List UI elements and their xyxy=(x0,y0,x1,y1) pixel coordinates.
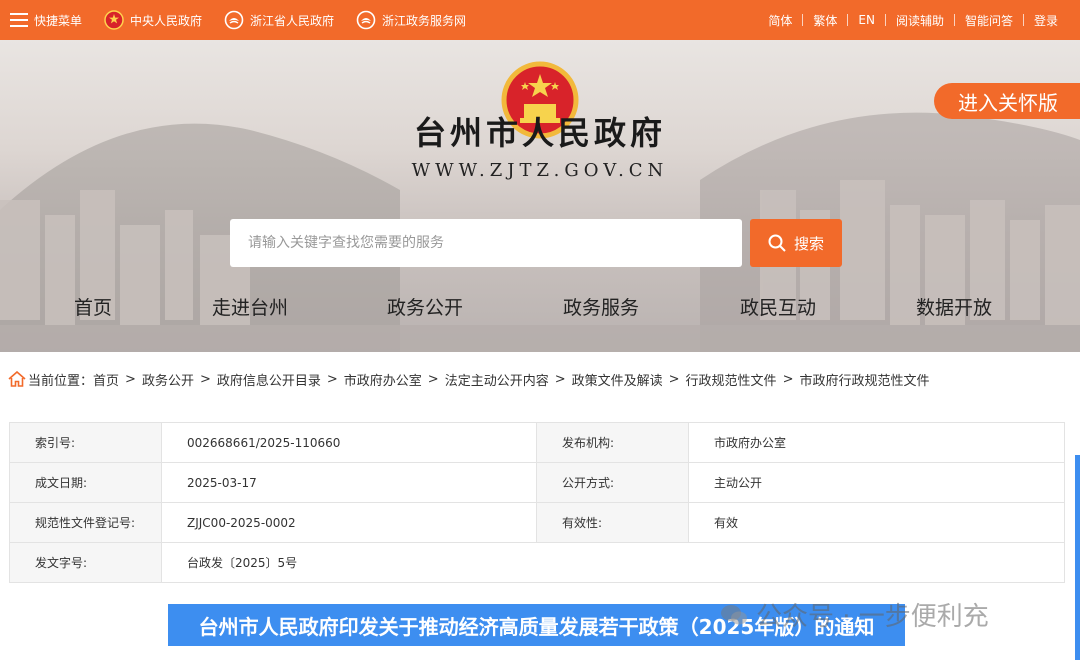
breadcrumb-city-normative-docs[interactable]: 市政府行政规范性文件 xyxy=(799,370,929,389)
chevron-right-icon: > xyxy=(554,371,566,387)
breadcrumb-statutory[interactable]: 法定主动公开内容 xyxy=(445,370,549,389)
index-value: 002668661/2025-110660 xyxy=(161,422,537,463)
search-icon xyxy=(768,234,786,252)
nav-interaction[interactable]: 政民互动 xyxy=(740,293,816,320)
chevron-right-icon: > xyxy=(199,371,211,387)
breadcrumb-info-catalog[interactable]: 政府信息公开目录 xyxy=(217,370,321,389)
validity-value: 有效 xyxy=(688,502,1065,543)
publisher-value: 市政府办公室 xyxy=(688,422,1065,463)
nav-about-taizhou[interactable]: 走进台州 xyxy=(212,293,288,320)
home-icon xyxy=(8,371,26,387)
registration-value: ZJJC00-2025-0002 xyxy=(161,502,537,543)
traditional-chinese-link[interactable]: 繁体 xyxy=(803,12,847,29)
zhejiang-service-label: 浙江政务服务网 xyxy=(382,13,467,28)
zhejiang-service-logo-icon xyxy=(356,10,376,30)
central-gov-label: 中央人民政府 xyxy=(130,13,203,28)
publisher-label: 发布机构: xyxy=(536,422,689,463)
table-row: 成文日期: 2025-03-17 公开方式: 主动公开 xyxy=(9,462,1065,503)
login-link[interactable]: 登录 xyxy=(1024,12,1068,29)
chevron-right-icon: > xyxy=(427,371,439,387)
zhejiang-logo-icon xyxy=(224,10,244,30)
search-input[interactable] xyxy=(230,219,742,267)
document-meta-table: 索引号: 002668661/2025-110660 发布机构: 市政府办公室 … xyxy=(9,422,1065,583)
hamburger-icon xyxy=(10,13,28,27)
date-value: 2025-03-17 xyxy=(161,462,537,503)
registration-label: 规范性文件登记号: xyxy=(9,502,162,543)
nav-gov-services[interactable]: 政务服务 xyxy=(563,293,639,320)
doc-number-label: 发文字号: xyxy=(9,542,162,583)
english-link[interactable]: EN xyxy=(848,13,885,27)
table-row: 规范性文件登记号: ZJJC00-2025-0002 有效性: 有效 xyxy=(9,502,1065,543)
smart-qa-link[interactable]: 智能问答 xyxy=(955,12,1023,29)
validity-label: 有效性: xyxy=(536,502,689,543)
nav-home[interactable]: 首页 xyxy=(74,293,112,320)
quick-menu-label: 快捷菜单 xyxy=(34,13,83,28)
watermark: 公众号 · 一步便利充 xyxy=(720,596,989,633)
central-gov-link[interactable]: 中央人民政府 xyxy=(104,10,202,30)
watermark-text: 公众号 · 一步便利充 xyxy=(756,602,989,632)
breadcrumb-home[interactable]: 首页 xyxy=(93,370,119,389)
breadcrumb-policy-docs[interactable]: 政策文件及解读 xyxy=(572,370,663,389)
simplified-chinese-link[interactable]: 简体 xyxy=(758,12,802,29)
care-mode-button[interactable]: 进入关怀版 xyxy=(934,83,1080,119)
breadcrumb-normative-docs[interactable]: 行政规范性文件 xyxy=(686,370,777,389)
chevron-right-icon: > xyxy=(125,371,136,387)
site-url: WWW.ZJTZ.GOV.CN xyxy=(411,160,669,181)
nav-open-data[interactable]: 数据开放 xyxy=(916,293,992,320)
selection-edge xyxy=(1075,455,1080,660)
wechat-icon xyxy=(721,604,747,624)
table-row: 发文字号: 台政发〔2025〕5号 xyxy=(9,542,1065,583)
date-label: 成文日期: xyxy=(9,462,162,503)
zhejiang-gov-label: 浙江省人民政府 xyxy=(250,13,335,28)
breadcrumb: 当前位置： 首页 > 政务公开 > 政府信息公开目录 > 市政府办公室 > 法定… xyxy=(8,369,929,389)
header-banner: 台州市人民政府 WWW.ZJTZ.GOV.CN 进入关怀版 搜索 首页 走进台州… xyxy=(0,40,1080,352)
search-button[interactable]: 搜索 xyxy=(750,219,842,267)
reading-aid-link[interactable]: 阅读辅助 xyxy=(886,12,954,29)
chevron-right-icon: > xyxy=(326,371,338,387)
publicity-label: 公开方式: xyxy=(536,462,689,503)
breadcrumb-prefix: 当前位置： xyxy=(28,373,94,389)
chevron-right-icon: > xyxy=(668,371,680,387)
index-label: 索引号: xyxy=(9,422,162,463)
table-row: 索引号: 002668661/2025-110660 发布机构: 市政府办公室 xyxy=(9,422,1065,463)
zhejiang-gov-link[interactable]: 浙江省人民政府 xyxy=(224,10,334,30)
nav-gov-affairs[interactable]: 政务公开 xyxy=(387,293,463,320)
chevron-right-icon: > xyxy=(782,371,794,387)
main-nav: 首页 走进台州 政务公开 政务服务 政民互动 数据开放 xyxy=(0,293,1080,333)
quick-menu-button[interactable]: 快捷菜单 xyxy=(10,12,82,29)
publicity-value: 主动公开 xyxy=(688,462,1065,503)
top-bar: 快捷菜单 中央人民政府 浙江省人民政府 浙江政务服务网 简体 繁体 EN 阅读辅… xyxy=(0,0,1080,40)
national-emblem-icon xyxy=(104,10,124,30)
doc-number-value: 台政发〔2025〕5号 xyxy=(161,542,1065,583)
breadcrumb-office[interactable]: 市政府办公室 xyxy=(344,370,422,389)
site-title: 台州市人民政府 xyxy=(413,114,666,152)
search-button-label: 搜索 xyxy=(793,234,824,253)
zhejiang-service-link[interactable]: 浙江政务服务网 xyxy=(356,10,466,30)
breadcrumb-gov-affairs[interactable]: 政务公开 xyxy=(142,370,194,389)
